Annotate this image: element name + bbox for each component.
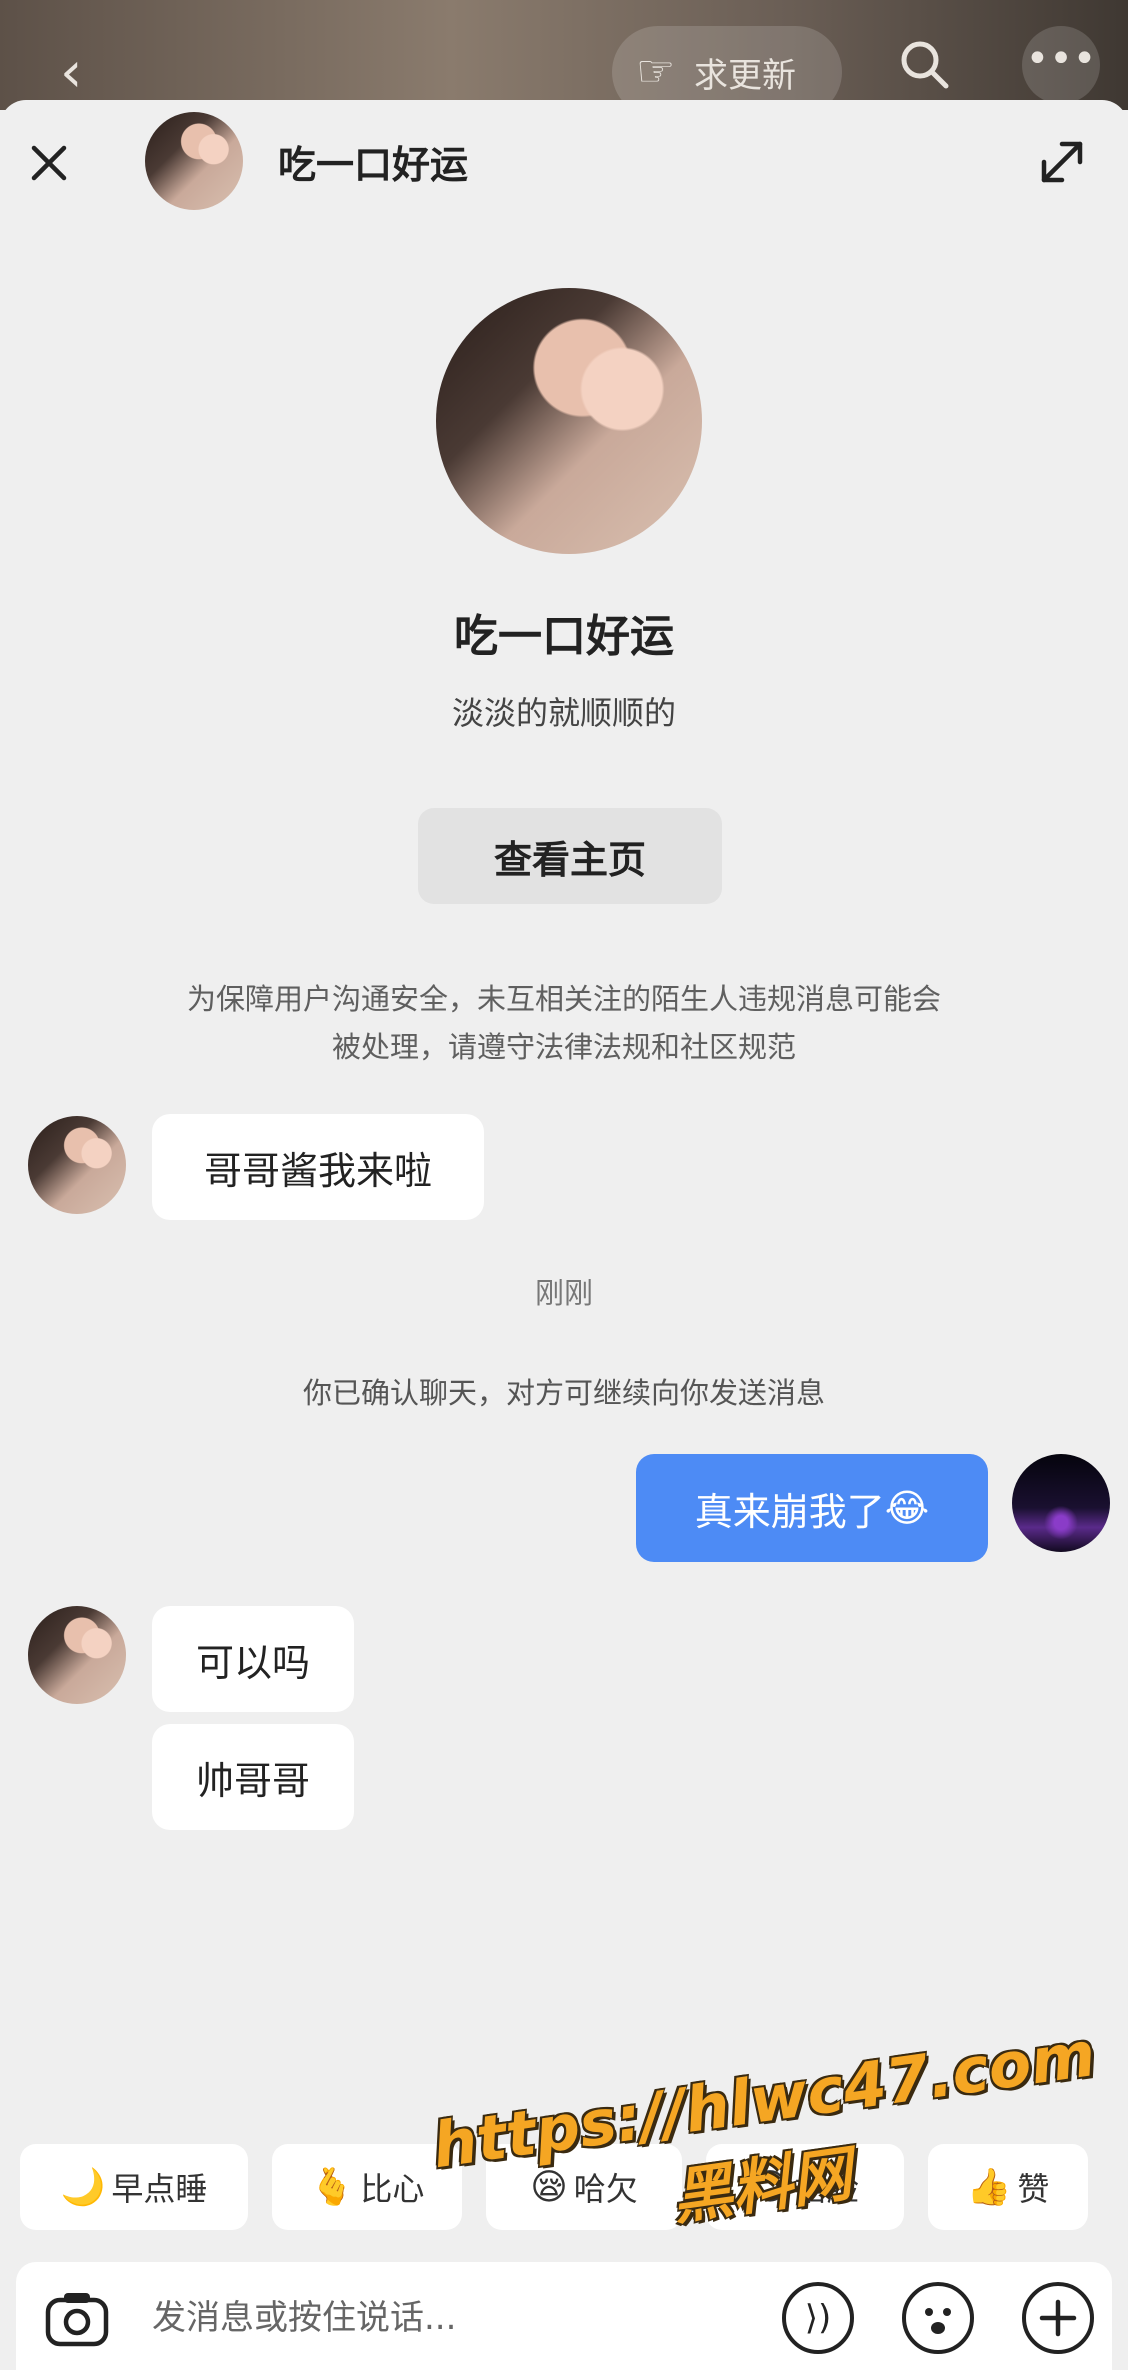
message-bubble-received[interactable]: 哥哥酱我来啦 bbox=[152, 1114, 484, 1220]
hand-pointer-icon: ☞ bbox=[636, 46, 676, 97]
message-bubble-sent[interactable]: 真来崩我了 😂 bbox=[636, 1454, 988, 1562]
background-page-strip: ‹ ☞ 求更新 ••• bbox=[0, 0, 1128, 118]
system-message: 你已确认聊天，对方可继续向你发送消息 bbox=[302, 1376, 825, 1410]
safety-notice-line2: 被处理，请遵守法律法规和社区规范 bbox=[331, 1030, 796, 1064]
quick-reply-label: 比心 bbox=[360, 2170, 425, 2208]
laughing-crying-emoji-icon: 😂 bbox=[884, 1486, 930, 1530]
quick-reply-chip[interactable]: 🌙 早点睡 bbox=[20, 2144, 248, 2230]
emoji-icon[interactable] bbox=[902, 2282, 974, 2354]
expand-icon[interactable] bbox=[1036, 136, 1088, 192]
close-icon[interactable] bbox=[26, 140, 72, 190]
profile-bio: 淡淡的就顺顺的 bbox=[451, 694, 676, 732]
message-input-bar: 发消息或按住说话... ⟩) bbox=[16, 2262, 1112, 2370]
profile-name: 吃一口好运 bbox=[454, 611, 674, 662]
back-arrow-icon[interactable]: ‹ bbox=[60, 40, 82, 105]
view-profile-button[interactable]: 查看主页 bbox=[418, 808, 722, 904]
camera-icon[interactable] bbox=[42, 2284, 112, 2354]
more-icon[interactable]: ••• bbox=[1022, 26, 1100, 104]
safety-notice-line1: 为保障用户沟通安全，未互相关注的陌生人违规消息可能会 bbox=[186, 982, 941, 1016]
profile-avatar[interactable] bbox=[436, 288, 702, 554]
heart-hands-icon: 🫰 bbox=[309, 2167, 355, 2208]
message-bubble-received[interactable]: 可以吗 bbox=[152, 1606, 354, 1712]
header-avatar[interactable] bbox=[145, 112, 243, 210]
header-title: 吃一口好运 bbox=[278, 143, 469, 187]
message-text: 真来崩我了 bbox=[694, 1489, 885, 1534]
safety-notice: 为保障用户沟通安全，未互相关注的陌生人违规消息可能会 被处理，请遵守法律法规和社… bbox=[120, 975, 1008, 1071]
voice-icon[interactable]: ⟩) bbox=[782, 2282, 854, 2354]
update-request-label: 求更新 bbox=[694, 56, 796, 96]
quick-reply-label: 早点睡 bbox=[111, 2170, 208, 2208]
quick-reply-chip[interactable]: 🫰 比心 bbox=[272, 2144, 462, 2230]
add-icon[interactable] bbox=[1022, 2282, 1094, 2354]
message-input[interactable]: 发消息或按住说话... bbox=[152, 2290, 772, 2346]
my-avatar[interactable] bbox=[1012, 1454, 1110, 1552]
sender-avatar[interactable] bbox=[28, 1116, 126, 1214]
moon-icon: 🌙 bbox=[60, 2167, 106, 2208]
message-bubble-received[interactable]: 帅哥哥 bbox=[152, 1724, 354, 1830]
message-timestamp: 刚刚 bbox=[534, 1276, 593, 1310]
search-icon[interactable] bbox=[898, 38, 950, 94]
sender-avatar[interactable] bbox=[28, 1606, 126, 1704]
